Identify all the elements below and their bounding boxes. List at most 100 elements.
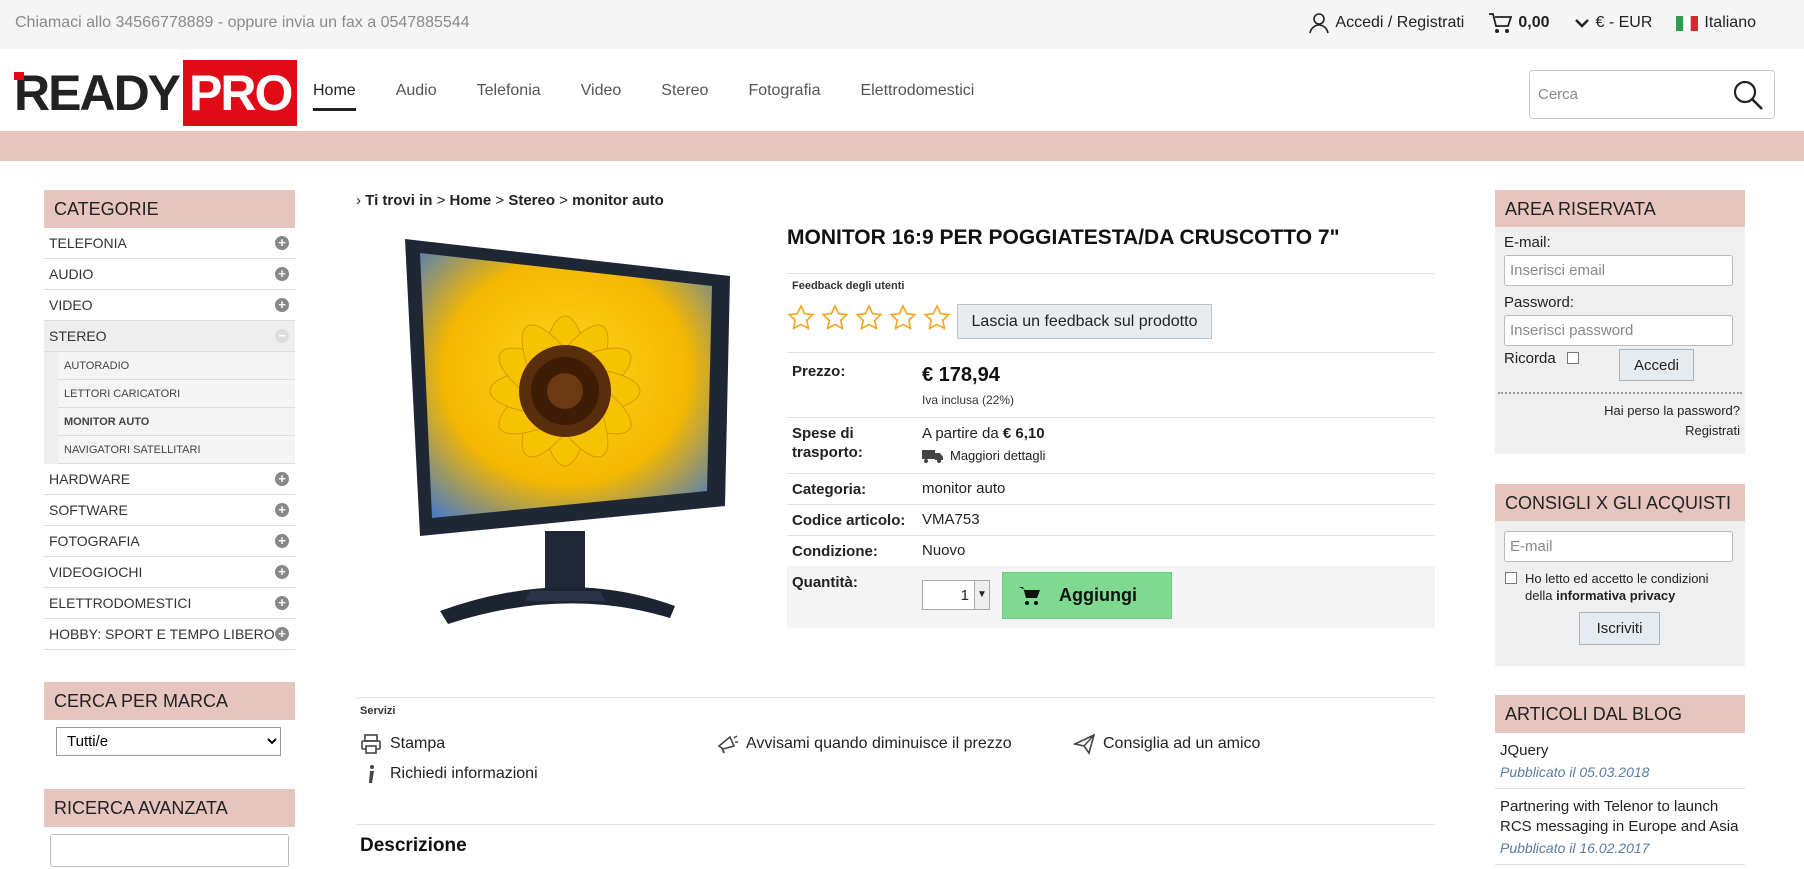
star-icon[interactable] — [889, 304, 917, 332]
brand-select[interactable]: Tutti/e — [56, 727, 281, 756]
print-link[interactable]: Stampa — [360, 733, 445, 755]
category-item[interactable]: HOBBY: SPORT E TEMPO LIBERO + — [44, 619, 295, 650]
blog-box: ARTICOLI DAL BLOG JQuery Pubblicato il 0… — [1495, 695, 1745, 865]
breadcrumb-home[interactable]: Home — [450, 192, 492, 209]
add-to-cart-button[interactable]: Aggiungi — [1002, 572, 1172, 619]
quantity-label: Quantità: — [792, 574, 858, 591]
header-band — [0, 131, 1804, 161]
star-icon[interactable] — [821, 304, 849, 332]
search-input[interactable] — [1538, 71, 1728, 118]
divider — [787, 352, 1435, 353]
blog-entry[interactable]: Partnering with Telenor to launch RCS me… — [1495, 789, 1745, 865]
nav-video[interactable]: Video — [581, 82, 622, 111]
language-selector[interactable]: Italiano — [1676, 14, 1756, 32]
advanced-search-input[interactable] — [50, 834, 289, 867]
recommend-link[interactable]: Consiglia ad un amico — [1073, 733, 1260, 755]
breadcrumb-current[interactable]: monitor auto — [572, 192, 664, 209]
category-item[interactable]: TELEFONIA + — [44, 228, 295, 259]
category-label: SOFTWARE — [49, 502, 128, 518]
subcategory-item[interactable]: AUTORADIO — [58, 352, 295, 380]
top-bar-actions: Accedi / Registrati 0,00 € - EUR Italian… — [1309, 12, 1756, 34]
category-item[interactable]: FOTOGRAFIA + — [44, 526, 295, 557]
quantity-select[interactable]: 1 ▼ — [922, 580, 990, 610]
currency-selector[interactable]: € - EUR — [1574, 14, 1652, 32]
category-item[interactable]: AUDIO + — [44, 259, 295, 290]
category-item[interactable]: SOFTWARE + — [44, 495, 295, 526]
category-label: ELETTRODOMESTICI — [49, 595, 192, 611]
category-item[interactable]: VIDEOGIOCHI + — [44, 557, 295, 588]
cart-total: 0,00 — [1518, 14, 1550, 31]
category-item-stereo[interactable]: STEREO − — [44, 321, 295, 352]
login-link[interactable]: Accedi / Registrati — [1309, 12, 1464, 34]
category-item[interactable]: HARDWARE + — [44, 464, 295, 495]
category-item[interactable]: VIDEO + — [44, 290, 295, 321]
product-title: MONITOR 16:9 PER POGGIATESTA/DA CRUSCOTT… — [787, 226, 1340, 249]
cart-link[interactable]: 0,00 — [1488, 12, 1550, 34]
leave-feedback-button[interactable]: Lascia un feedback sul prodotto — [957, 304, 1212, 339]
password-field[interactable] — [1504, 315, 1733, 346]
subscribe-button[interactable]: Iscriviti — [1579, 612, 1660, 645]
blog-entry-title[interactable]: Partnering with Telenor to launch RCS me… — [1500, 797, 1740, 837]
categories-box: CATEGORIE TELEFONIA + AUDIO + VIDEO + STERE… — [44, 190, 295, 650]
price-value: € 178,94 — [922, 364, 1000, 386]
subcategory-item[interactable]: LETTORI CARICATORI — [58, 380, 295, 408]
nav-elettrodomestici[interactable]: Elettrodomestici — [860, 82, 974, 111]
star-icon[interactable] — [855, 304, 883, 332]
divider — [787, 473, 1435, 474]
nav-stereo[interactable]: Stereo — [661, 82, 708, 111]
category-item[interactable]: ELETTRODOMESTICI + — [44, 588, 295, 619]
blog-entry[interactable]: JQuery Pubblicato il 05.03.2018 — [1495, 733, 1745, 789]
expand-icon[interactable]: + — [275, 267, 289, 281]
register-link[interactable]: Registrati — [1685, 423, 1740, 438]
price-alert-link[interactable]: Avvisami quando diminuisce il prezzo — [716, 733, 1012, 755]
expand-icon[interactable]: + — [275, 596, 289, 610]
category-label: HARDWARE — [49, 471, 131, 487]
subcategory-item-active[interactable]: MONITOR AUTO — [58, 408, 295, 436]
paper-plane-icon — [1073, 733, 1095, 755]
product-image[interactable] — [400, 236, 730, 636]
star-icon[interactable] — [923, 304, 951, 332]
expand-icon[interactable]: + — [275, 236, 289, 250]
star-icon[interactable] — [787, 304, 815, 332]
subcategory-item[interactable]: NAVIGATORI SATELLITARI — [58, 436, 295, 464]
nav-fotografia[interactable]: Fotografia — [748, 82, 820, 111]
privacy-link[interactable]: informativa privacy — [1556, 588, 1675, 603]
chevron-down-icon[interactable]: ▼ — [974, 581, 989, 609]
category-label: VIDEO — [49, 297, 93, 313]
privacy-checkbox[interactable] — [1505, 572, 1517, 584]
nav-home[interactable]: Home — [313, 82, 356, 111]
code-label: Codice articolo: — [792, 512, 906, 529]
newsletter-email-field[interactable] — [1504, 531, 1733, 562]
expand-icon[interactable]: + — [275, 627, 289, 641]
collapse-icon[interactable]: − — [275, 329, 289, 343]
category-label: VIDEOGIOCHI — [49, 564, 143, 580]
search-icon[interactable] — [1732, 79, 1764, 111]
expand-icon[interactable]: + — [275, 534, 289, 548]
category-label: STEREO — [49, 328, 107, 344]
expand-icon[interactable]: + — [275, 298, 289, 312]
blog-entry-date: Pubblicato il 05.03.2018 — [1500, 764, 1650, 780]
expand-icon[interactable]: + — [275, 565, 289, 579]
expand-icon[interactable]: + — [275, 503, 289, 517]
blog-entry-title[interactable]: JQuery — [1500, 741, 1740, 761]
vat-note: Iva inclusa (22%) — [922, 393, 1015, 407]
expand-icon[interactable]: + — [275, 472, 289, 486]
site-logo[interactable]: READY PRO — [14, 60, 298, 126]
nav-audio[interactable]: Audio — [396, 82, 437, 111]
contact-info: Chiamaci allo 34566778889 - oppure invia… — [15, 14, 470, 31]
remember-checkbox[interactable] — [1567, 352, 1579, 364]
condition-value: Nuovo — [922, 542, 966, 559]
lost-password-link[interactable]: Hai perso la password? — [1604, 403, 1740, 418]
email-field[interactable] — [1504, 255, 1733, 286]
category-label: FOTOGRAFIA — [49, 533, 140, 549]
categories-title: CATEGORIE — [44, 190, 295, 228]
category-label: TELEFONIA — [49, 235, 127, 251]
breadcrumb-section[interactable]: Stereo — [508, 192, 555, 209]
category-label: AUDIO — [49, 266, 94, 282]
request-info-link[interactable]: Richiedi informazioni — [360, 763, 538, 785]
newsletter-box: CONSIGLI X GLI ACQUISTI Ho letto ed acce… — [1495, 484, 1745, 666]
rating-stars[interactable] — [787, 304, 951, 332]
shipping-details-link[interactable]: Maggiori dettagli — [922, 448, 1045, 463]
nav-telefonia[interactable]: Telefonia — [477, 82, 541, 111]
login-button[interactable]: Accedi — [1619, 349, 1694, 381]
